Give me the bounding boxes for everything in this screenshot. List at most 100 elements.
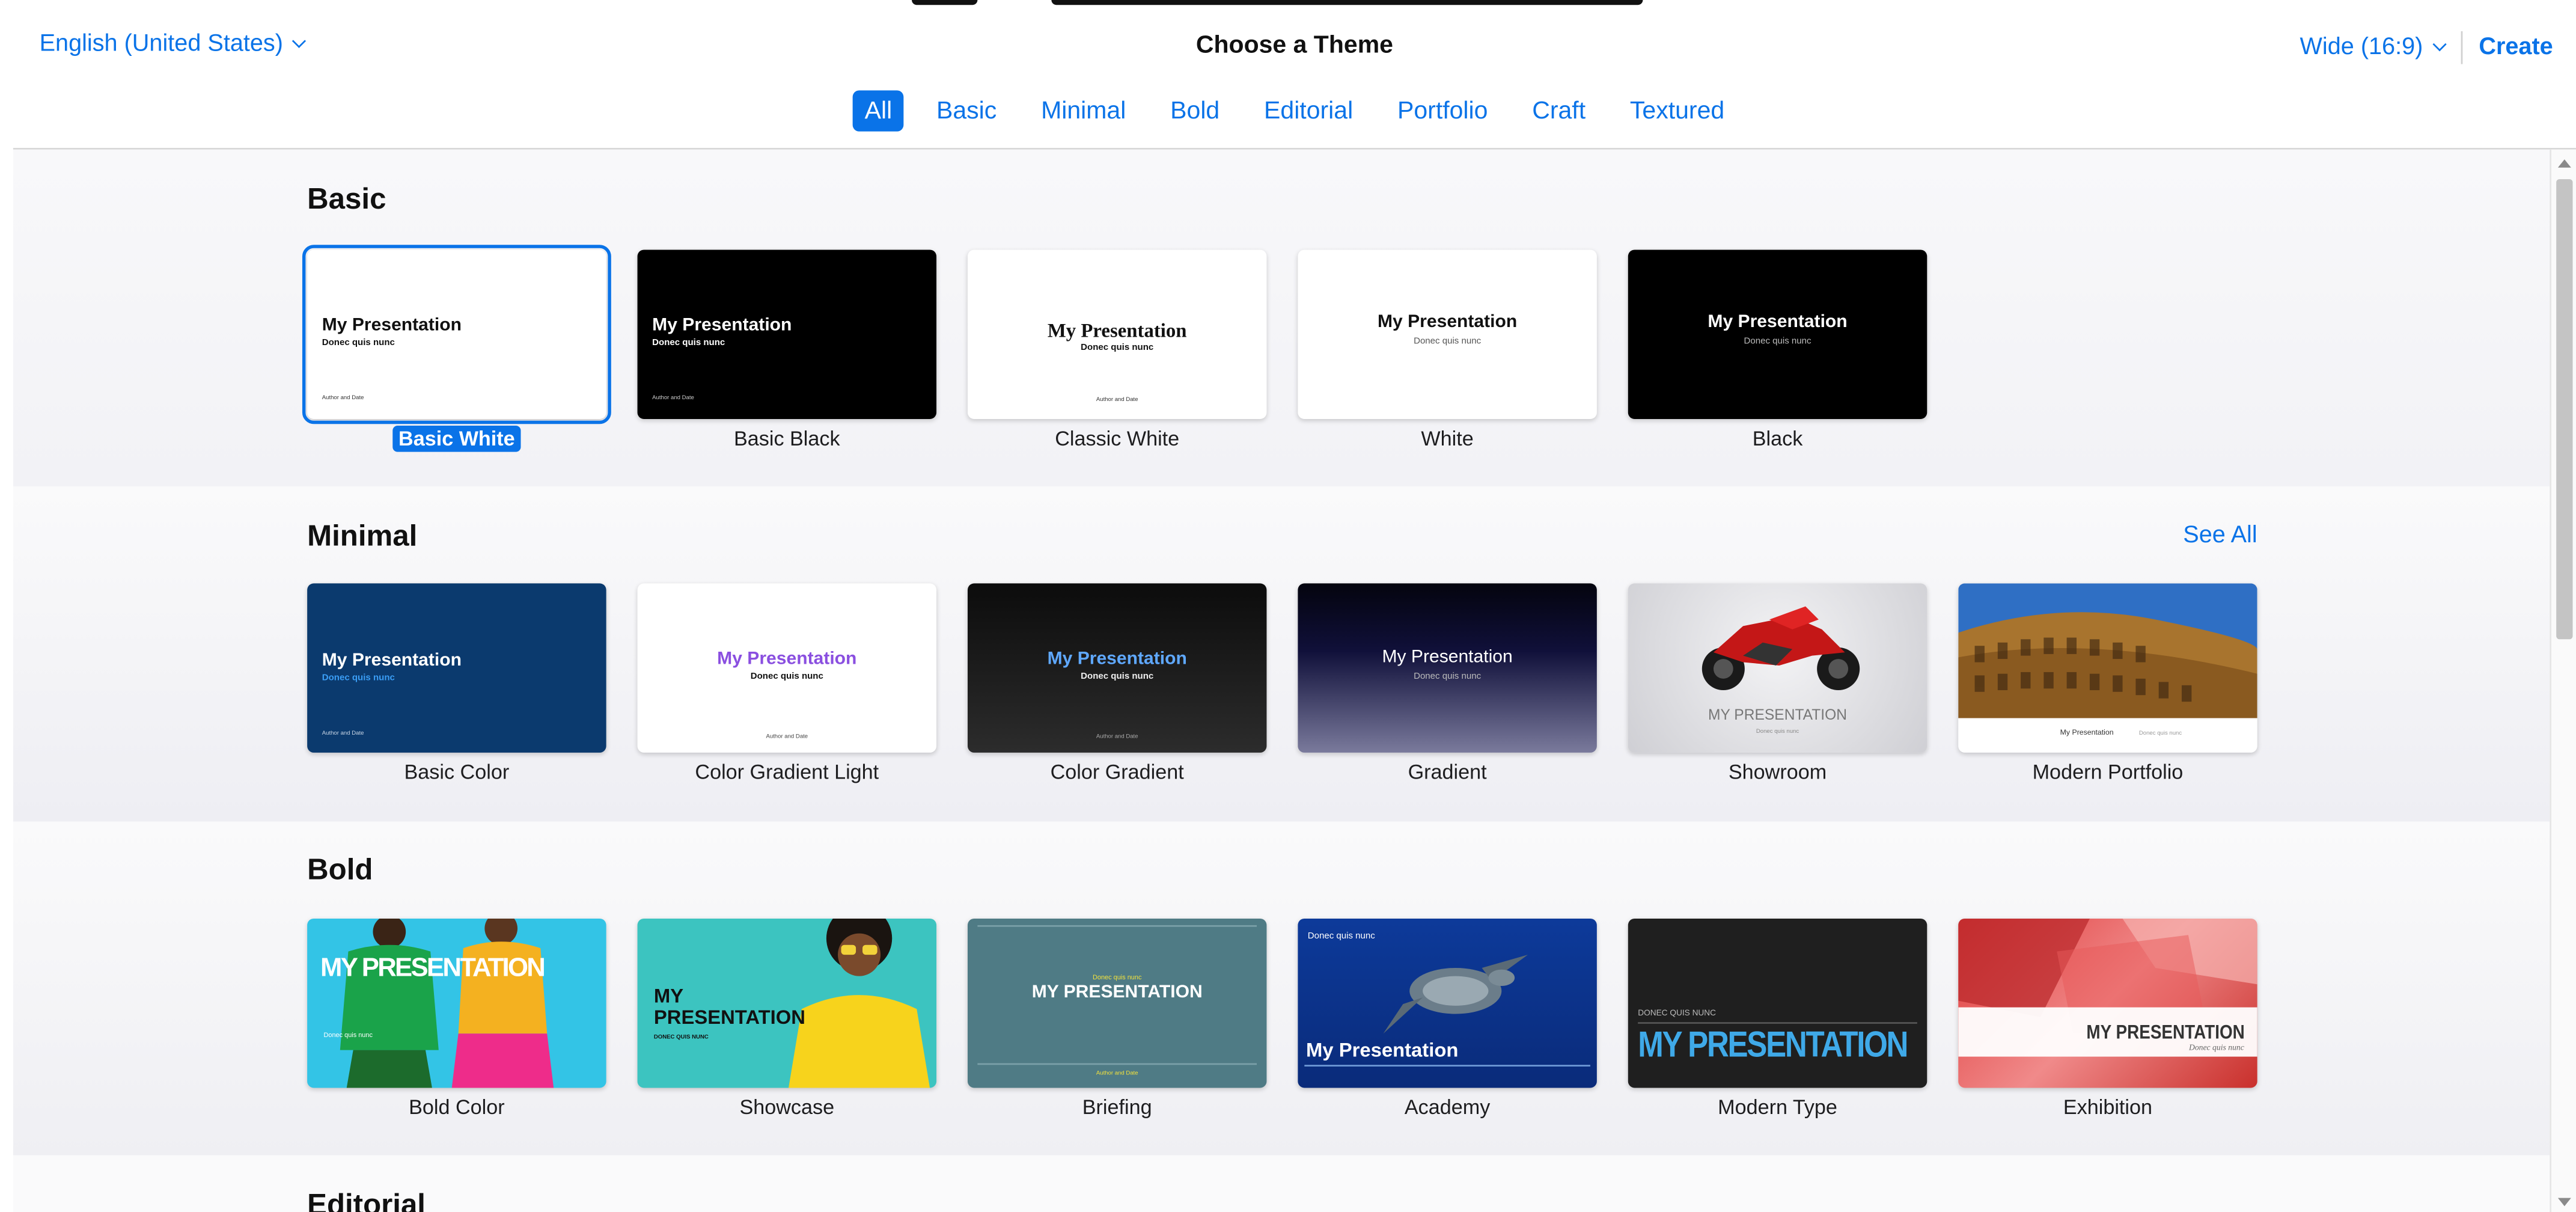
slide-subtitle: Donec quis nunc (1756, 727, 1799, 735)
sea-turtle-image (1383, 955, 1528, 1034)
aspect-ratio-dropdown[interactable]: Wide (16:9) (2300, 34, 2447, 61)
section-bold: Bold MY PRESENTATION Donec quis nunc Bol… (13, 821, 2550, 1155)
slide-author: Author and Date (1096, 733, 1138, 740)
chevron-down-icon (2432, 37, 2447, 52)
theme-name: Black (1752, 427, 1803, 450)
filter-minimal[interactable]: Minimal (1030, 90, 1138, 131)
slide-subtitle: Donec quis nunc (322, 338, 395, 349)
colosseum-image (1958, 583, 2257, 718)
see-all-link[interactable]: See All (2183, 522, 2257, 549)
theme-name: Briefing (1082, 1096, 1152, 1119)
theme-thumb-black[interactable]: My Presentation Donec quis nunc (1628, 249, 1927, 420)
filter-craft[interactable]: Craft (1521, 90, 1597, 131)
slide-title: MY PRESENTATION (320, 955, 546, 983)
slide-title: My Presentation (1306, 1038, 1459, 1062)
slide-kicker: Donec quis nunc (1307, 931, 1375, 942)
category-filter-bar: All Basic Minimal Bold Editorial Portfol… (13, 90, 2576, 132)
theme-thumb-gradient[interactable]: My Presentation Donec quis nunc (1298, 583, 1597, 753)
theme-name: Modern Type (1718, 1096, 1837, 1119)
section-title: Editorial (307, 1188, 426, 1212)
theme-name-text: Basic White (392, 425, 522, 452)
theme-name: Exhibition (2063, 1096, 2153, 1119)
people-image (340, 918, 554, 1088)
theme-name: Showroom (1728, 761, 1827, 784)
window-edge (0, 0, 13, 1212)
theme-thumb-color-gradient[interactable]: My Presentation Donec quis nunc Author a… (967, 583, 1267, 753)
theme-thumb-basic-black[interactable]: My Presentation Donec quis nunc Author a… (637, 249, 937, 420)
theme-gallery[interactable]: Basic My Presentation Donec quis nunc Au… (13, 149, 2550, 1212)
section-minimal: Minimal See All My Presentation Donec qu… (13, 486, 2550, 822)
slide-title: My Presentation (322, 650, 462, 671)
slide-subtitle: Donec quis nunc (1092, 973, 1142, 981)
theme-thumb-bold-color[interactable]: MY PRESENTATION Donec quis nunc (307, 918, 606, 1088)
slide-subtitle: Donec quis nunc (322, 673, 395, 684)
slide-author: Author and Date (1096, 396, 1138, 403)
slide-subtitle: Donec quis nunc (750, 672, 823, 682)
vertical-scrollbar[interactable] (2550, 149, 2576, 1212)
scrollbar-thumb[interactable] (2556, 179, 2573, 640)
scroll-up-arrow-icon[interactable] (2557, 159, 2571, 168)
theme-thumb-academy[interactable]: Donec quis nunc My Presentation (1298, 918, 1597, 1088)
theme-name: Showcase (739, 1096, 835, 1119)
theme-name: Color Gradient (1050, 761, 1184, 784)
slide-author: Author and Date (652, 394, 694, 401)
divider (2461, 31, 2462, 64)
filter-portfolio[interactable]: Portfolio (1386, 90, 1500, 131)
slide-title: MY PRESENTATION (1031, 982, 1203, 1003)
theme-thumb-basic-color[interactable]: My Presentation Donec quis nunc Author a… (307, 583, 606, 753)
motorcycle-image (1702, 606, 1860, 691)
abstract-paint-image (1958, 918, 2257, 1057)
slide-author: Author and Date (322, 394, 364, 401)
slide-title: My Presentation (1377, 312, 1518, 332)
slide-subtitle: Donec quis nunc (1081, 672, 1154, 682)
slide-title: My Presentation (322, 315, 462, 335)
theme-thumb-exhibition[interactable]: MY PRESENTATION Donec quis nunc (1958, 918, 2257, 1088)
slide-title: PRESENTATION (653, 1005, 806, 1029)
filter-all[interactable]: All (853, 90, 904, 132)
theme-thumb-modern-portfolio[interactable]: My Presentation Donec quis nunc (1958, 583, 2257, 753)
filter-editorial[interactable]: Editorial (1253, 90, 1364, 131)
theme-thumb-briefing[interactable]: Donec quis nunc MY PRESENTATION Author a… (967, 918, 1267, 1088)
theme-name: Basic Black (733, 427, 840, 450)
theme-name: White (1421, 427, 1474, 450)
theme-thumb-color-gradient-light[interactable]: My Presentation Donec quis nunc Author a… (637, 583, 937, 753)
slide-title: MY (653, 984, 684, 1008)
theme-name: Color Gradient Light (695, 761, 879, 784)
create-button[interactable]: Create (2479, 34, 2553, 61)
theme-thumb-showcase[interactable]: MY PRESENTATION DONEC QUIS NUNC (637, 918, 937, 1088)
slide-title: My Presentation (717, 649, 857, 669)
section-title: Bold (307, 852, 373, 886)
slide-title: My Presentation (1708, 312, 1848, 332)
slide-author: Author and Date (322, 729, 364, 736)
filter-basic[interactable]: Basic (925, 90, 1009, 131)
section-title: Minimal (307, 519, 418, 552)
slide-subtitle: Donec quis nunc (1414, 337, 1482, 347)
slide-title: MY PRESENTATION (1708, 706, 1848, 723)
filter-bold[interactable]: Bold (1159, 90, 1231, 131)
theme-thumb-modern-type[interactable]: DONEC QUIS NUNC MY PRESENTATION (1628, 918, 1927, 1088)
page-title: Choose a Theme (1195, 31, 1393, 60)
slide-subtitle: Donec quis nunc (1081, 343, 1154, 354)
theme-name: Classic White (1055, 427, 1180, 450)
slide-title: My Presentation (2060, 727, 2114, 736)
section-basic: Basic My Presentation Donec quis nunc Au… (13, 149, 2550, 487)
slide-title: My Presentation (1047, 649, 1187, 669)
theme-thumb-white[interactable]: My Presentation Donec quis nunc (1298, 249, 1597, 420)
slide-subtitle: Donec quis nunc (2188, 1045, 2244, 1054)
theme-name: Modern Portfolio (2032, 761, 2184, 784)
slide-subtitle: Donec quis nunc (2138, 729, 2182, 736)
slide-subtitle: Donec quis nunc (652, 338, 725, 349)
theme-thumb-basic-white[interactable]: My Presentation Donec quis nunc Author a… (302, 245, 611, 424)
theme-thumb-classic-white[interactable]: My Presentation Donec quis nunc Author a… (967, 249, 1267, 420)
theme-thumb-showroom[interactable]: MY PRESENTATION Donec quis nunc (1628, 583, 1927, 753)
slide-title: MY PRESENTATION (2086, 1020, 2244, 1044)
section-editorial: Editorial (13, 1155, 2550, 1212)
slide-subtitle: Donec quis nunc (1414, 672, 1482, 682)
scroll-down-arrow-icon[interactable] (2557, 1198, 2571, 1207)
filter-textured[interactable]: Textured (1619, 90, 1736, 131)
slide-subtitle: Donec quis nunc (323, 1030, 373, 1039)
cropped-window-top (0, 0, 2576, 7)
theme-name: Bold Color (409, 1096, 505, 1119)
slide-subtitle: Donec quis nunc (1744, 337, 1811, 347)
slide-title: My Presentation (1382, 647, 1513, 667)
